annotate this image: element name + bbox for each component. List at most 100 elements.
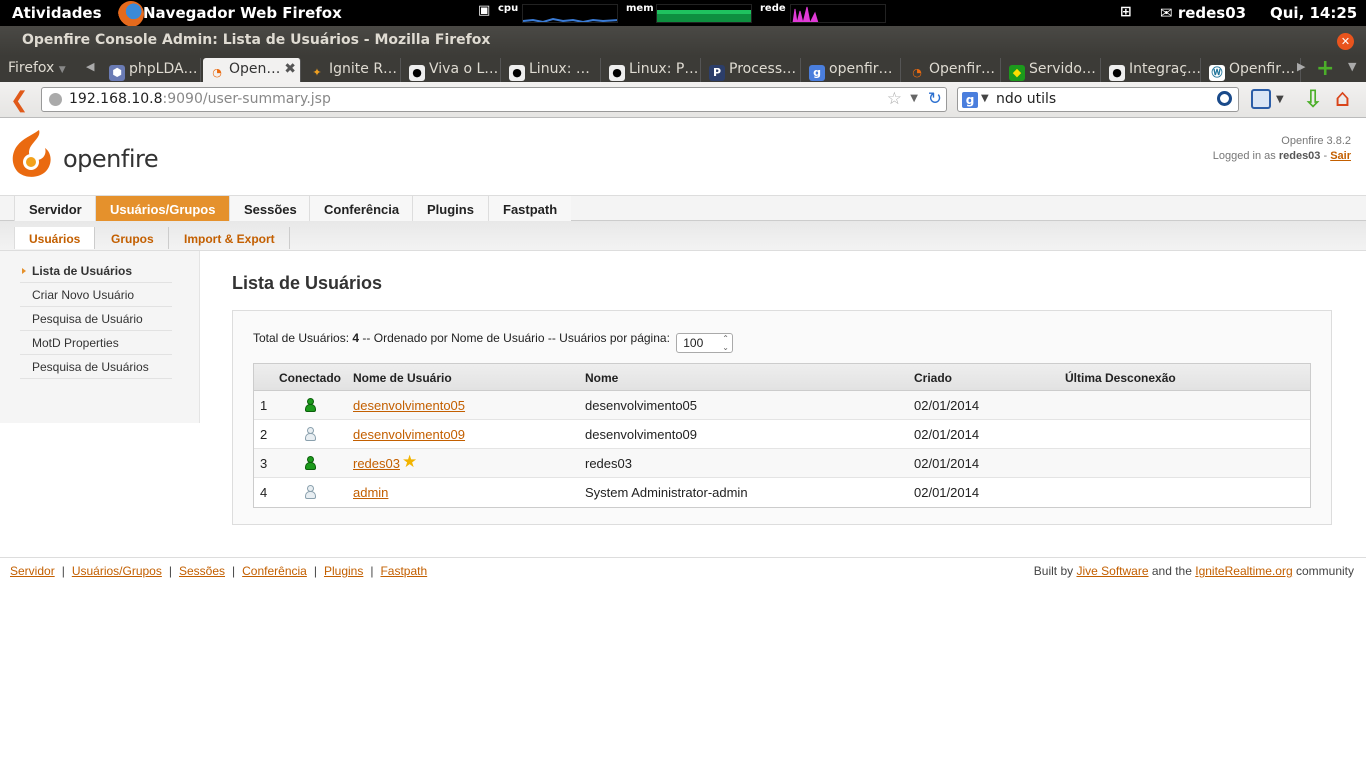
col-connected[interactable]: Conectado — [279, 371, 341, 385]
mem-label: mem — [626, 3, 654, 14]
footer-separator: | — [61, 564, 65, 578]
app-menu[interactable]: Navegador Web Firefox — [143, 4, 342, 22]
footer-link-usuriosgrupos[interactable]: Usuários/Grupos — [72, 564, 162, 578]
footer-link-fastpath[interactable]: Fastpath — [380, 564, 427, 578]
main-nav: Servidor Usuários/Grupos Sessões Conferênci… — [0, 195, 1366, 222]
tab-0[interactable]: ⬢ phpLDA… — [103, 58, 201, 82]
tab-3[interactable]: ● Viva o L… — [403, 58, 501, 82]
downloads-icon[interactable]: ⇩ — [1303, 85, 1323, 113]
user-offline-icon — [305, 427, 316, 442]
tab-2[interactable]: ✦ Ignite R… — [303, 58, 401, 82]
close-tab-icon[interactable]: ✖ — [284, 61, 296, 77]
col-username[interactable]: Nome de Usuário — [353, 371, 452, 385]
search-icon[interactable] — [1217, 91, 1232, 106]
username-link[interactable]: redes03 — [353, 456, 400, 471]
nav-sesses[interactable]: Sessões — [229, 196, 311, 222]
per-page-select[interactable]: 100 — [676, 333, 734, 353]
reload-icon[interactable]: ↻ — [928, 89, 942, 109]
footer-link-servidor[interactable]: Servidor — [10, 564, 55, 578]
sidebar-item-3[interactable]: MotD Properties — [20, 331, 172, 355]
logout-link[interactable]: Sair — [1330, 150, 1351, 162]
window-titlebar: Openfire Console Admin: Lista de Usuário… — [0, 26, 1366, 56]
tab-1[interactable]: ◔ Open… ✖ — [203, 58, 301, 82]
login-info: Openfire 3.8.2 Logged in as redes03 - Sa… — [1212, 135, 1351, 162]
username-link[interactable]: desenvolvimento05 — [353, 398, 465, 413]
footer-separator: | — [168, 564, 172, 578]
tab-5[interactable]: ● Linux: P… — [603, 58, 701, 82]
bookmarks-dropdown-icon[interactable]: ▼ — [1276, 94, 1284, 105]
tab-9[interactable]: ◆ Servido… — [1003, 58, 1101, 82]
tab-label: Linux: … — [529, 61, 590, 77]
sidebar-item-4[interactable]: Pesquisa de Usuários — [20, 355, 172, 379]
google-icon[interactable]: g — [962, 92, 978, 108]
user-table: Conectado Nome de Usuário Nome Criado Úl… — [253, 363, 1311, 508]
tab-scroll-right-icon[interactable]: ▶ — [1297, 60, 1305, 73]
sidebar-item-0[interactable]: Lista de Usuários — [20, 259, 172, 283]
tab-8[interactable]: ◔ Openfir… — [903, 58, 1001, 82]
username-link[interactable]: admin — [353, 485, 388, 500]
nav-plugins[interactable]: Plugins — [412, 196, 488, 222]
footer-credits: Built by Jive Software and the IgniteRea… — [1034, 564, 1354, 578]
bookmarks-icon[interactable] — [1251, 89, 1271, 109]
tab-label: Servido… — [1029, 61, 1096, 77]
tab-4[interactable]: ● Linux: … — [503, 58, 601, 82]
tab-7[interactable]: g openfir… — [803, 58, 901, 82]
tab-10[interactable]: ● Integraç… — [1103, 58, 1201, 82]
footer-link-conferncia[interactable]: Conferência — [242, 564, 307, 578]
col-last-disconnect[interactable]: Última Desconexão — [1065, 371, 1176, 385]
new-tab-button[interactable]: + — [1316, 56, 1334, 81]
window-title: Openfire Console Admin: Lista de Usuário… — [22, 32, 491, 48]
cpu-graph — [522, 4, 618, 23]
url-bar[interactable]: 192.168.10.8:9090/user-summary.jsp ☆ ▼ ↻ — [41, 87, 947, 112]
nav-usuriosgrupos[interactable]: Usuários/Grupos — [95, 196, 230, 222]
search-input[interactable]: g ▼ ndo utils — [957, 87, 1239, 112]
tab-list-icon[interactable]: ▼ — [1348, 60, 1356, 73]
sidebar-item-1[interactable]: Criar Novo Usuário — [20, 283, 172, 307]
community-text: community — [1295, 564, 1354, 578]
search-engine-dropdown-icon[interactable]: ▼ — [981, 93, 989, 104]
clock[interactable]: Qui, 14:25 — [1270, 4, 1357, 22]
sidebar-item-2[interactable]: Pesquisa de Usuário — [20, 307, 172, 331]
nav-conferncia[interactable]: Conferência — [309, 196, 414, 222]
web-page: openfire Openfire 3.8.2 Logged in as red… — [0, 119, 1366, 768]
network-icon[interactable]: ⊞ — [1120, 4, 1132, 20]
tab-label: Process… — [729, 61, 797, 77]
footer: Servidor | Usuários/Grupos | Sessões | Conferê… — [0, 557, 1366, 585]
firefox-menu-label: Firefox — [8, 60, 55, 76]
footer-link-plugins[interactable]: Plugins — [324, 564, 363, 578]
panel-username: redes03 — [1177, 4, 1247, 22]
tab-6[interactable]: P Process… — [703, 58, 801, 82]
tux-icon: ● — [609, 65, 625, 81]
search-value: ndo utils — [996, 91, 1057, 107]
subnav-grupos[interactable]: Grupos — [97, 227, 169, 249]
admin-star-icon: ★ — [402, 452, 418, 471]
bookmark-star-icon[interactable]: ☆ — [887, 89, 902, 109]
tab-11[interactable]: Ⓦ Openfir… — [1203, 58, 1301, 82]
activities-button[interactable]: Atividades — [12, 4, 102, 22]
total-users: 4 — [352, 331, 360, 345]
url-dropdown-icon[interactable]: ▼ — [910, 93, 918, 104]
username-link[interactable]: desenvolvimento09 — [353, 427, 465, 442]
chevron-down-icon: ▼ — [58, 65, 66, 75]
nav-servidor[interactable]: Servidor — [14, 196, 96, 222]
sub-nav: Usuários Grupos Import & Export — [0, 221, 1366, 251]
jive-software-link[interactable]: Jive Software — [1076, 564, 1148, 578]
built-by-text: Built by — [1033, 564, 1074, 578]
user-full-name: System Administrator-admin — [585, 485, 748, 500]
nav-fastpath[interactable]: Fastpath — [488, 196, 572, 222]
back-button[interactable]: ❮ — [10, 88, 28, 113]
row-number: 2 — [260, 427, 268, 442]
footer-link-sesses[interactable]: Sessões — [179, 564, 225, 578]
col-created[interactable]: Criado — [914, 371, 952, 385]
col-name[interactable]: Nome — [585, 371, 618, 385]
subnav-usurios[interactable]: Usuários — [14, 227, 96, 249]
summary-prefix: Total de Usuários: — [253, 331, 350, 345]
tab-scroll-left-icon[interactable]: ◀ — [86, 60, 94, 73]
tux-icon: ● — [409, 65, 425, 81]
window-close-button[interactable]: ✕ — [1337, 33, 1354, 50]
home-icon[interactable]: ⌂ — [1335, 84, 1350, 112]
user-menu[interactable]: ✉ redes03 — [1160, 4, 1246, 22]
ignite-realtime-link[interactable]: IgniteRealtime.org — [1195, 564, 1292, 578]
subnav-importexport[interactable]: Import & Export — [170, 227, 290, 249]
firefox-menu-button[interactable]: Firefox ▼ — [8, 60, 66, 76]
